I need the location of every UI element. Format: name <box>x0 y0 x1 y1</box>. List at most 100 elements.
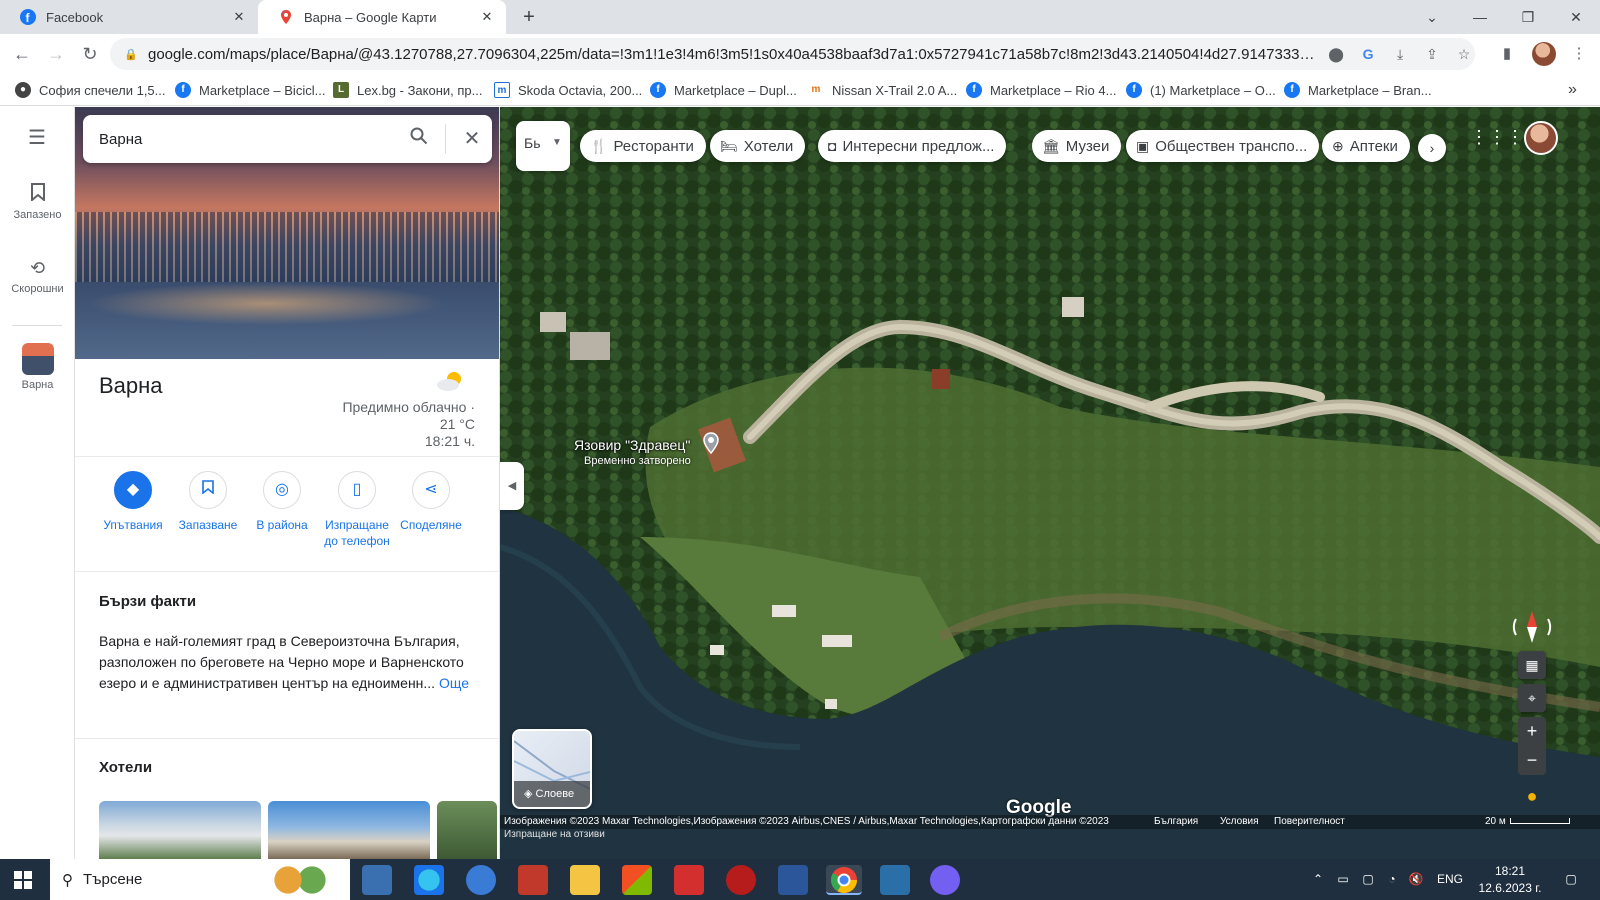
map-language-dropdown[interactable]: Бь ▼ <box>516 121 570 171</box>
more-bookmarks-icon[interactable]: » <box>1568 80 1577 100</box>
google-apps-icon[interactable]: ⋮⋮⋮ <box>1470 125 1524 149</box>
microsoft-store-icon[interactable] <box>622 865 652 895</box>
wifi-icon[interactable]: ◔ <box>1382 859 1402 900</box>
chip-hotels[interactable]: 🛏 Хотели <box>710 130 806 162</box>
viber-icon[interactable] <box>930 865 960 895</box>
satellite-map[interactable]: ◀ Бь ▼ 🍴 Ресторанти 🛏 Хотели ◘ Интересни пр… <box>500 107 1600 859</box>
chips-next-icon[interactable]: › <box>1418 134 1446 162</box>
search-box[interactable]: Варна ✕ <box>83 115 492 163</box>
bookmark-star-icon[interactable]: ☆ <box>1453 43 1475 65</box>
notifications-icon[interactable]: ▢ <box>1556 859 1586 900</box>
zoom-in-icon[interactable]: + <box>1518 717 1546 746</box>
send-to-phone-button[interactable]: ▯ Изпращане до телефон <box>317 471 397 549</box>
my-location-icon[interactable]: ⌖ <box>1518 684 1546 712</box>
url-text[interactable]: google.com/maps/place/Варна/@43.1270788,… <box>148 46 1315 63</box>
paint-app-icon[interactable] <box>726 865 756 895</box>
tab-facebook[interactable]: f Facebook ✕ <box>0 0 258 34</box>
hotel-card[interactable] <box>268 801 430 859</box>
bookmark-item[interactable]: m Nissan X-Trail 2.0 A... <box>808 80 957 100</box>
new-tab-button[interactable]: + <box>516 5 542 31</box>
battery-icon[interactable]: ▭ <box>1333 859 1353 900</box>
control-panel-icon[interactable] <box>880 865 910 895</box>
volume-muted-icon[interactable]: 🔇 <box>1406 859 1426 900</box>
privacy-link[interactable]: Поверителност <box>1274 815 1345 829</box>
thunderbird-icon[interactable] <box>466 865 496 895</box>
rail-recent[interactable]: ⟲ Скорошни <box>0 257 75 295</box>
search-icon[interactable] <box>399 119 439 159</box>
mail-app-icon[interactable] <box>518 865 548 895</box>
rail-place-varna[interactable]: Варна <box>0 343 75 391</box>
bookmark-item[interactable]: f Marketplace – Rio 4... <box>966 80 1116 100</box>
close-icon[interactable]: ✕ <box>452 119 492 159</box>
language-indicator[interactable]: ENG <box>1432 859 1468 900</box>
bookmark-item[interactable]: ● София спечели 1,5... <box>15 80 166 100</box>
display-icon[interactable]: ▢ <box>1358 859 1378 900</box>
bookmarks-bar: ● София спечели 1,5... f Marketplace – Bic… <box>0 74 1600 106</box>
place-label[interactable]: Язовир "Здравец" <box>574 437 690 453</box>
word-icon[interactable] <box>778 865 808 895</box>
place-pin-icon[interactable] <box>703 432 719 454</box>
close-tab-icon[interactable]: ✕ <box>230 8 248 26</box>
pegman-icon[interactable]: ● <box>1520 781 1544 811</box>
more-link[interactable]: Още <box>439 675 469 691</box>
acrobat-icon[interactable] <box>674 865 704 895</box>
share-page-icon[interactable]: ⇪ <box>1421 43 1443 65</box>
taskbar-clock[interactable]: 18:21 12.6.2023 г. <box>1470 863 1550 897</box>
profile-avatar[interactable] <box>1532 42 1556 66</box>
show-hidden-icons[interactable]: ⌃ <box>1308 859 1328 900</box>
menu-kebab-icon[interactable]: ⋮ <box>1568 43 1590 65</box>
forward-icon[interactable]: → <box>42 40 70 68</box>
search-input[interactable]: Варна <box>99 131 399 148</box>
chip-museums[interactable]: 🏛 Музеи <box>1032 130 1122 162</box>
map-scale[interactable]: 20 м <box>1485 815 1570 829</box>
layers-button[interactable]: ◈ Слоеве <box>512 729 592 809</box>
restore-icon[interactable]: ❐ <box>1504 0 1552 34</box>
terms-link[interactable]: Условия <box>1220 815 1259 829</box>
directions-button[interactable]: ◆ Упътвания <box>93 471 173 533</box>
lock-icon[interactable]: 🔒 <box>124 48 138 61</box>
country-link[interactable]: България <box>1154 815 1198 829</box>
chip-attractions[interactable]: ◘ Интересни предлож... <box>818 130 1007 162</box>
tab-google-maps[interactable]: Варна – Google Карти ✕ <box>258 0 506 34</box>
bookmark-item[interactable]: f Marketplace – Bran... <box>1284 80 1432 100</box>
save-button[interactable]: Запазване <box>168 471 248 533</box>
save-app-icon[interactable] <box>362 865 392 895</box>
place-title: Варна <box>99 373 163 398</box>
google-lens-icon[interactable]: G <box>1357 43 1379 65</box>
tab-search-chevron-icon[interactable]: ⌄ <box>1408 0 1456 34</box>
side-panel-icon[interactable]: ▮ <box>1496 43 1518 65</box>
close-tab-icon[interactable]: ✕ <box>478 8 496 26</box>
map-grid-icon[interactable]: ▦ <box>1518 651 1546 679</box>
reload-icon[interactable]: ↻ <box>76 40 104 68</box>
bookmark-item[interactable]: f Marketplace – Bicicl... <box>175 80 325 100</box>
chrome-icon[interactable] <box>826 865 862 895</box>
windows-start-icon[interactable] <box>14 871 32 889</box>
zoom-out-icon[interactable]: − <box>1518 746 1546 775</box>
minimize-icon[interactable]: — <box>1456 0 1504 34</box>
taskbar-search[interactable]: ⚲ Търсене <box>50 859 350 900</box>
account-avatar[interactable] <box>1524 121 1558 155</box>
back-icon[interactable]: ← <box>8 40 36 68</box>
share-button[interactable]: ⋖ Споделяне <box>391 471 471 533</box>
chip-pharmacies[interactable]: ⊕ Аптеки <box>1322 130 1410 162</box>
install-app-icon[interactable]: ⤓ <box>1389 43 1411 65</box>
file-explorer-icon[interactable] <box>570 865 600 895</box>
hamburger-menu-icon[interactable]: ☰ <box>26 127 48 149</box>
chip-restaurants[interactable]: 🍴 Ресторанти <box>580 130 706 162</box>
address-bar[interactable]: 🔒 google.com/maps/place/Варна/@43.127078… <box>110 38 1475 70</box>
bookmark-item[interactable]: f (1) Marketplace – O... <box>1126 80 1276 100</box>
nearby-button[interactable]: ◎ В района <box>242 471 322 533</box>
hotel-card[interactable] <box>99 801 261 859</box>
feedback-link[interactable]: Изпращане на отзиви <box>504 829 605 840</box>
bookmark-item[interactable]: m Skoda Octavia, 200... <box>494 80 642 100</box>
compass-icon[interactable] <box>1510 607 1554 647</box>
hotel-card[interactable] <box>437 801 497 859</box>
bookmark-item[interactable]: L Lex.bg - Закони, пр... <box>333 80 483 100</box>
bookmark-item[interactable]: f Marketplace – Dupl... <box>650 80 797 100</box>
chip-transit[interactable]: ▣ Обществен транспо... <box>1126 130 1320 162</box>
edge-icon[interactable] <box>414 865 444 895</box>
location-icon[interactable]: ⬤ <box>1325 43 1347 65</box>
collapse-panel-button[interactable]: ◀ <box>500 462 524 510</box>
rail-saved[interactable]: Запазено <box>0 183 75 221</box>
close-window-icon[interactable]: ✕ <box>1552 0 1600 34</box>
